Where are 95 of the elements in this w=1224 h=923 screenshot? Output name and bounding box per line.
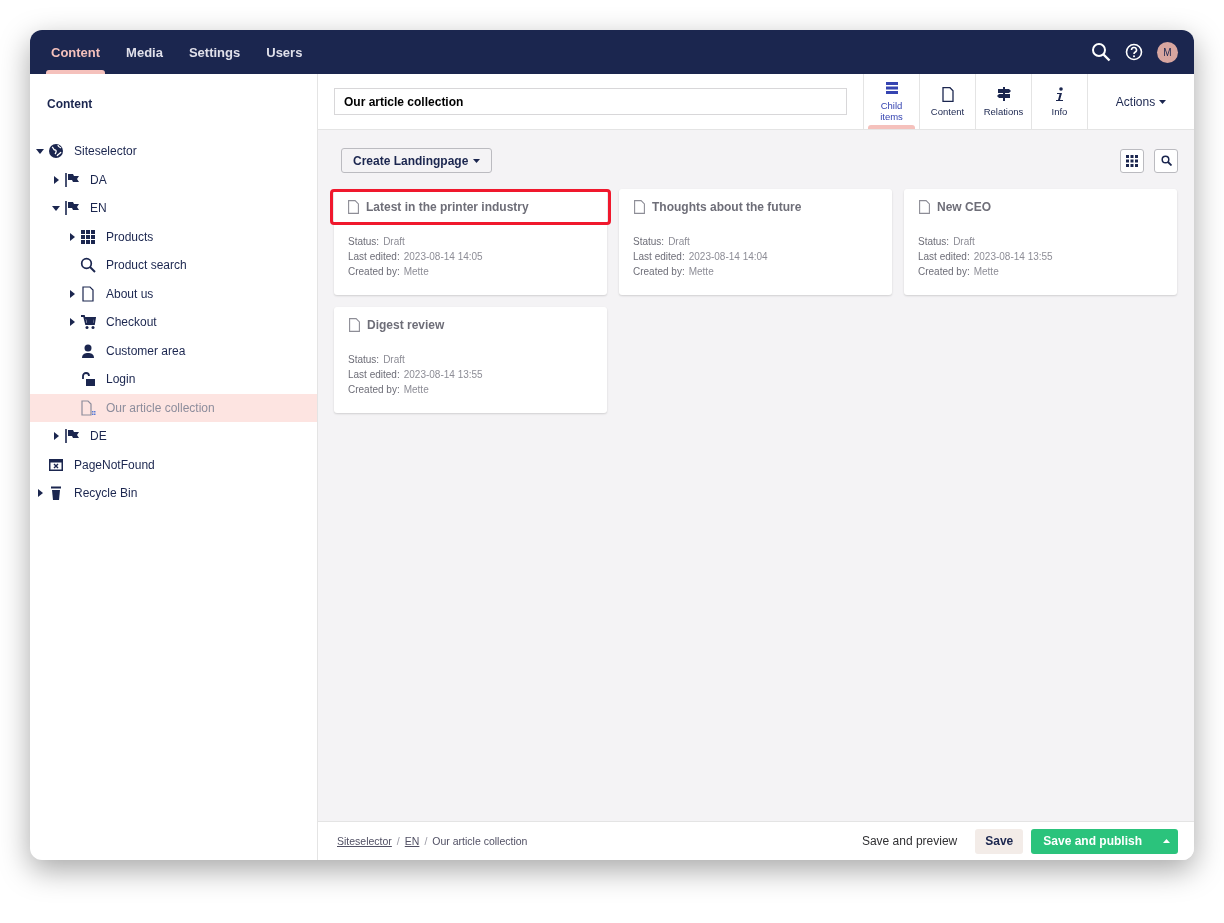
user-avatar[interactable]: M xyxy=(1157,41,1178,63)
field-label: Status: xyxy=(348,236,380,247)
field-value: Draft xyxy=(953,236,975,247)
field-value: Mette xyxy=(688,266,714,277)
field-label: Last edited: xyxy=(348,369,400,380)
caret-icon xyxy=(473,158,481,163)
flag-icon xyxy=(64,171,80,188)
field-label: Created by: xyxy=(633,266,685,277)
name-field[interactable]: Our article collection xyxy=(334,88,847,115)
save-button[interactable]: Save xyxy=(975,828,1024,854)
search-icon xyxy=(1160,155,1172,166)
create-button[interactable]: Create Landingpage xyxy=(341,148,493,173)
section-tab[interactable]: Users xyxy=(253,30,316,74)
card-title[interactable]: Latest in the printer industry xyxy=(330,189,611,225)
breadcrumb-current: Our article collection xyxy=(432,835,528,847)
tree-item[interactable]: EN xyxy=(30,194,317,223)
search-icon[interactable] xyxy=(1091,42,1111,62)
tree-item[interactable]: Checkout xyxy=(30,308,317,337)
tree-item[interactable]: Recycle Bin xyxy=(30,479,317,508)
trash-icon xyxy=(48,485,64,502)
padlock-open-icon xyxy=(80,371,96,388)
item-card[interactable]: New CEO Status: Draft Last edited: 2023-08-14 13:55 Created by: Mette xyxy=(904,189,1177,295)
document-icon xyxy=(348,200,359,214)
field-label: Created by: xyxy=(348,384,400,395)
globe-icon xyxy=(48,143,64,160)
field-label: Last edited: xyxy=(918,251,970,262)
sidebar-title: Content xyxy=(46,97,93,111)
card-title[interactable]: Digest review xyxy=(334,307,607,343)
grid-icon xyxy=(1126,154,1138,167)
field-label: Status: xyxy=(348,354,380,365)
field-value: 2023-08-14 13:55 xyxy=(973,251,1053,262)
field-value: 2023-08-14 14:05 xyxy=(403,251,483,262)
caret-icon[interactable] xyxy=(36,489,44,498)
flag-icon xyxy=(64,428,80,445)
list-icon xyxy=(884,81,899,96)
breadcrumb-separator: / xyxy=(424,835,428,847)
field-label: Status: xyxy=(633,236,665,247)
breadcrumb-separator: / xyxy=(396,835,400,847)
document-icon xyxy=(634,200,645,214)
document-icon xyxy=(80,285,96,302)
tree-item[interactable]: Products xyxy=(30,222,317,251)
tree-item[interactable]: About us xyxy=(30,279,317,308)
section-tab[interactable]: Settings xyxy=(175,30,254,74)
caret-icon[interactable] xyxy=(52,175,60,184)
caret-icon[interactable] xyxy=(68,318,76,327)
grid-view-button[interactable] xyxy=(1120,148,1144,173)
item-card[interactable]: Digest review Status: Draft Last edited: 2023-08-14 13:55 Created by: Mette xyxy=(334,307,607,413)
grid-icon xyxy=(80,228,96,245)
field-label: Created by: xyxy=(348,266,400,277)
magnifier-icon xyxy=(80,257,96,274)
save-and-preview-button[interactable]: Save and preview xyxy=(843,834,976,848)
tree-item[interactable]: PageNotFound xyxy=(30,450,317,479)
signpost-icon xyxy=(996,86,1011,102)
caret-icon[interactable] xyxy=(68,232,76,241)
document-icon xyxy=(349,318,360,332)
cart-icon xyxy=(80,314,96,331)
section-tab[interactable]: Media xyxy=(113,30,176,74)
tree-item[interactable]: Product search xyxy=(30,251,317,280)
breadcrumb-link[interactable]: Siteselector xyxy=(337,835,392,847)
help-icon[interactable] xyxy=(1125,43,1143,61)
flag-icon xyxy=(64,200,80,217)
field-value: 2023-08-14 14:04 xyxy=(688,251,768,262)
field-value: Draft xyxy=(383,236,405,247)
item-card[interactable]: Thoughts about the future Status: Draft Last edited: 2023-08-14 14:04 Created by: Mette xyxy=(619,189,892,295)
caret-icon xyxy=(1162,839,1170,843)
field-label: Last edited: xyxy=(348,251,400,262)
section-tab[interactable]: Content xyxy=(38,30,114,74)
caret-icon[interactable] xyxy=(68,289,76,298)
document-icon xyxy=(940,86,955,102)
tree-item[interactable]: Login xyxy=(30,365,317,394)
search-button[interactable] xyxy=(1154,148,1178,173)
field-value: 2023-08-14 13:55 xyxy=(403,369,483,380)
field-value: Mette xyxy=(973,266,999,277)
tree-item[interactable]: Customer area xyxy=(30,336,317,365)
document-icon xyxy=(919,200,930,214)
caret-icon xyxy=(1159,99,1167,104)
caret-icon[interactable] xyxy=(36,147,44,156)
field-value: Mette xyxy=(403,384,429,395)
field-value: Mette xyxy=(403,266,429,277)
card-title[interactable]: New CEO xyxy=(904,189,1177,225)
field-value: Draft xyxy=(668,236,690,247)
breadcrumb-link[interactable]: EN xyxy=(404,835,420,847)
window-x-icon xyxy=(48,456,64,473)
tree-item[interactable]: Siteselector xyxy=(30,137,317,166)
tree-item[interactable]: DA xyxy=(30,165,317,194)
tree-item[interactable]: DE xyxy=(30,422,317,451)
field-label: Last edited: xyxy=(633,251,685,262)
caret-icon[interactable] xyxy=(52,432,60,441)
field-label: Status: xyxy=(918,236,950,247)
field-value: Draft xyxy=(383,354,405,365)
person-icon xyxy=(80,342,96,359)
field-label: Created by: xyxy=(918,266,970,277)
caret-icon[interactable] xyxy=(52,204,60,213)
document-grid-icon xyxy=(80,399,96,416)
card-title[interactable]: Thoughts about the future xyxy=(619,189,892,225)
